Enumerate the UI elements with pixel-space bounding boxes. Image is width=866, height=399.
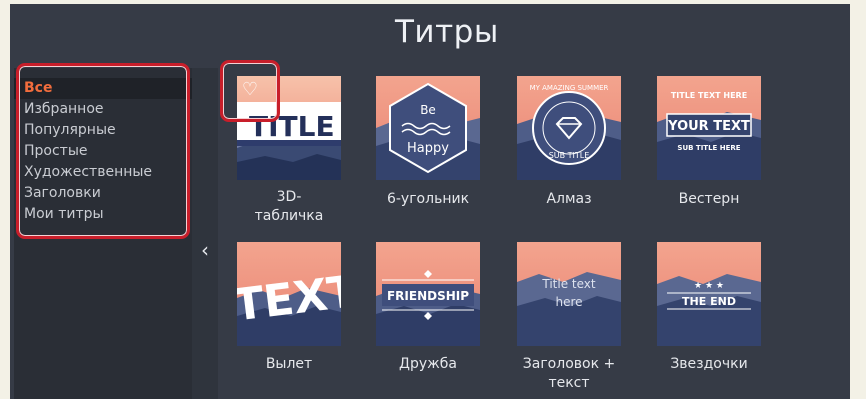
tile-label-fly-out: Вылет xyxy=(265,356,313,372)
tile-western-bottom-text: SUB TITLE HERE xyxy=(677,144,740,152)
sidebar-collapse-strip: ‹ xyxy=(192,68,218,399)
tile-label-diamond: Алмаз xyxy=(546,191,592,207)
tile-diamond-top-text: MY AMAZING SUMMER xyxy=(530,84,609,92)
tile-hexagon-top-text: Be xyxy=(420,103,436,117)
title-tile-hexagon[interactable]: Be Happy xyxy=(376,76,480,180)
tile-western-mid-text: YOUR TEXT xyxy=(667,119,750,134)
title-tile-stars[interactable]: ★ ★ ★ THE END xyxy=(657,242,761,346)
page-title: Титры xyxy=(395,14,499,50)
title-tile-friendship[interactable]: FRIENDSHIP xyxy=(376,242,480,346)
tile-stars-text: THE END xyxy=(682,295,736,308)
svg-text:★ ★ ★: ★ ★ ★ xyxy=(694,281,724,291)
tile-label-3d-plate: 3D- табличка xyxy=(254,189,324,224)
tile-label-heading-text: Заголовок + текст xyxy=(522,356,616,391)
tile-hexagon-bottom-text: Happy xyxy=(407,141,449,156)
tile-western-top-text: TITLE TEXT HERE xyxy=(671,91,747,100)
title-tile-western[interactable]: TITLE TEXT HERE YOUR TEXT SUB TITLE HERE xyxy=(657,76,761,180)
categories-highlight-frame xyxy=(16,63,190,239)
collapse-arrow-icon[interactable]: ‹ xyxy=(192,238,218,262)
tile-label-friendship: Дружба xyxy=(399,356,457,372)
tile-diamond-bottom-text: SUB TITLE xyxy=(549,151,590,160)
title-tile-diamond[interactable]: MY AMAZING SUMMER SUB TITLE xyxy=(517,76,621,180)
tile-heading-text-top: Title text xyxy=(541,277,596,291)
tile-label-stars: Звездочки xyxy=(670,356,748,372)
title-tile-heading-text[interactable]: Title text here xyxy=(517,242,621,346)
title-tile-fly-out[interactable]: TEXT xyxy=(237,242,341,346)
tile-label-hexagon: 6-угольник xyxy=(386,191,470,207)
tile-heading-text-bottom: here xyxy=(555,295,582,309)
tile-friendship-text: FRIENDSHIP xyxy=(387,289,469,303)
tile-label-western: Вестерн xyxy=(678,191,740,207)
favorite-highlight-frame xyxy=(220,60,280,122)
